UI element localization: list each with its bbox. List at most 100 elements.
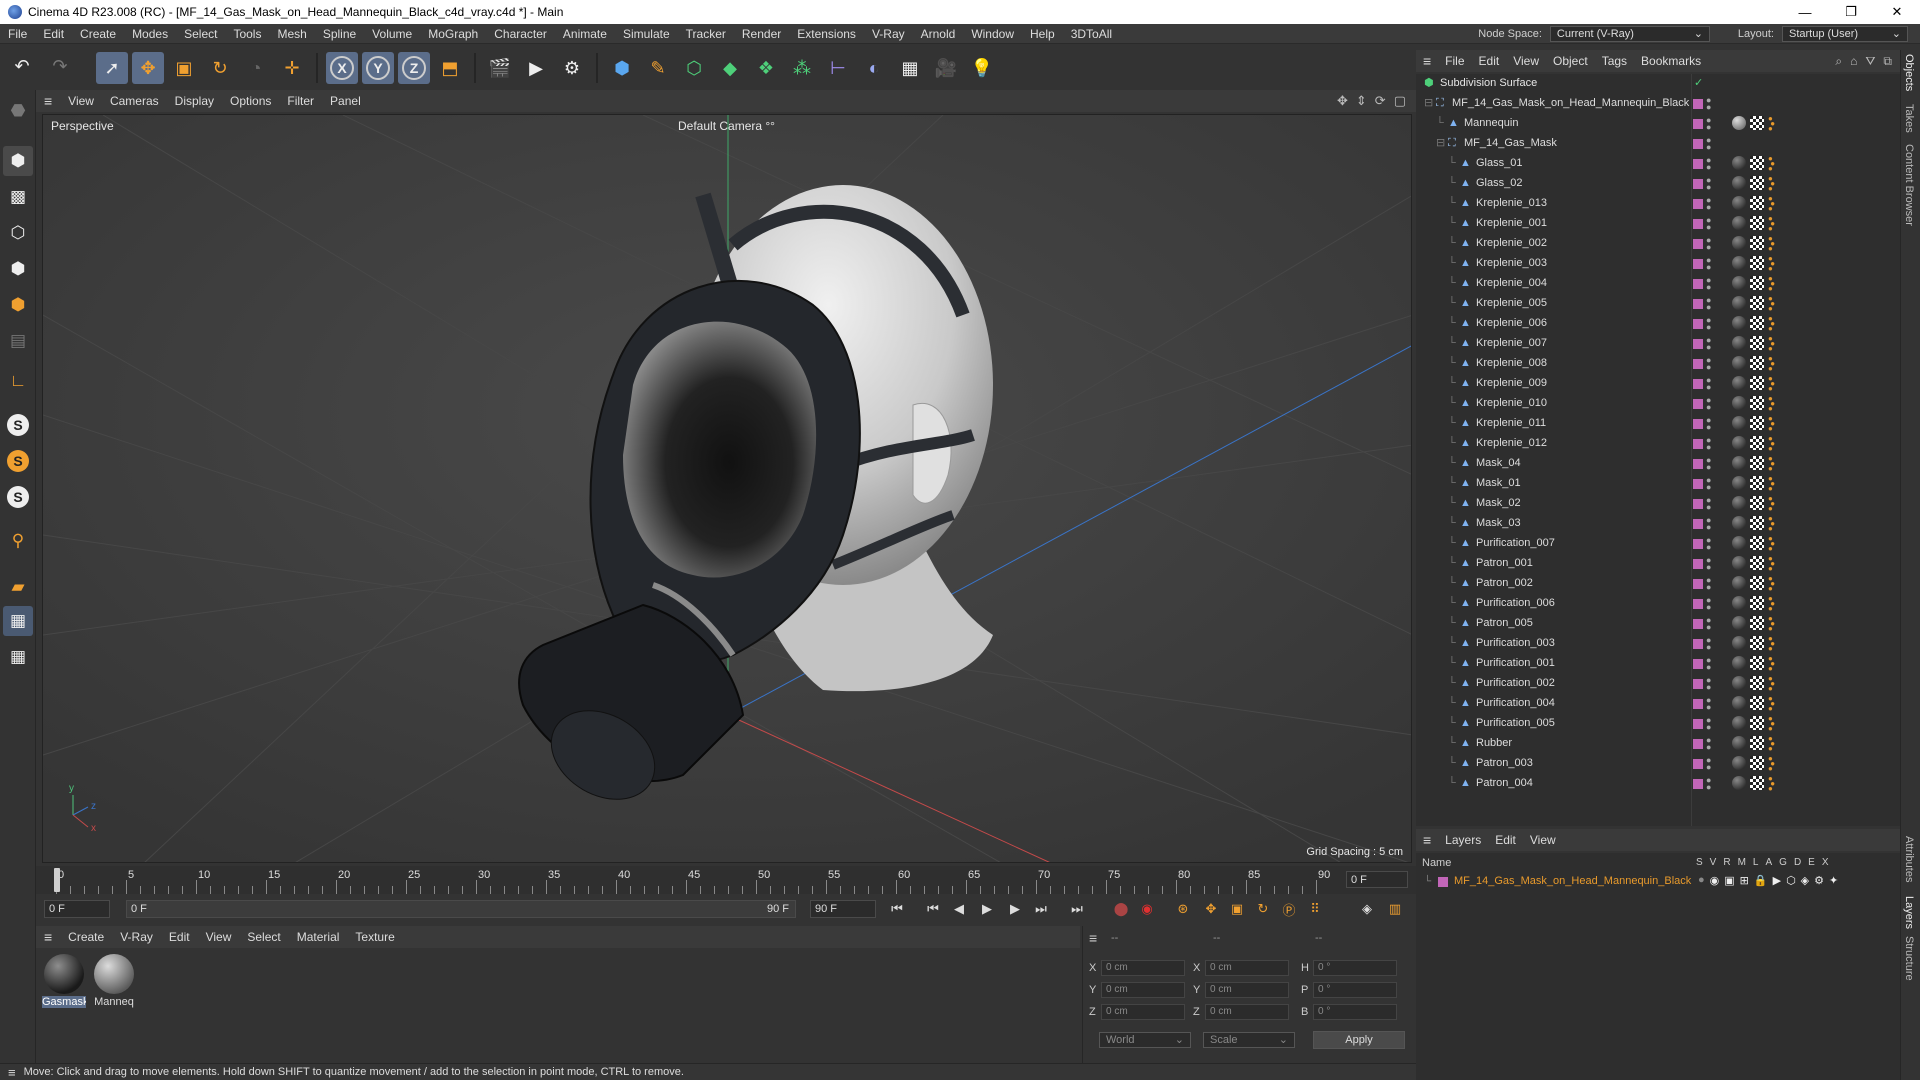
visibility-dots-icon[interactable]: ● ● — [1706, 676, 1712, 692]
tab-attributes[interactable]: Attributes — [1903, 836, 1915, 882]
previous-frame-button[interactable]: ◀ — [948, 899, 970, 919]
object-name[interactable]: Kreplenie_006 — [1476, 317, 1547, 329]
selection-tag-icon[interactable]: ● ● ● — [1768, 695, 1778, 713]
material-tag-icon[interactable] — [1732, 436, 1746, 450]
rot-b-field[interactable]: 0 ° — [1313, 1004, 1397, 1020]
object-name[interactable]: Kreplenie_011 — [1476, 417, 1546, 429]
object-name[interactable]: Purification_002 — [1476, 677, 1555, 689]
rot-h-field[interactable]: 0 ° — [1313, 960, 1397, 976]
object-name[interactable]: Patron_005 — [1476, 617, 1533, 629]
field-button[interactable]: ◐ — [858, 52, 890, 84]
menu-simulate[interactable]: Simulate — [615, 27, 678, 41]
object-row[interactable]: └ ▲ Glass_02 ● ● ● ● ● — [1416, 174, 1900, 194]
selection-tag-icon[interactable]: ● ● ● — [1768, 635, 1778, 653]
layer-color-tag[interactable] — [1693, 319, 1703, 329]
material-menu-material[interactable]: Material — [289, 930, 348, 944]
menu-character[interactable]: Character — [486, 27, 555, 41]
tab-structure[interactable]: Structure — [1903, 936, 1915, 981]
viewport-dolly-icon[interactable]: ⇕ — [1356, 93, 1367, 109]
selection-tag-icon[interactable]: ● ● ● — [1768, 495, 1778, 513]
selection-tag-icon[interactable]: ● ● ● — [1768, 535, 1778, 553]
extrude-button[interactable]: ◆ — [714, 52, 746, 84]
selection-tag-icon[interactable]: ● ● ● — [1768, 755, 1778, 773]
object-name[interactable]: Kreplenie_012 — [1476, 437, 1547, 449]
uvw-tag-icon[interactable] — [1750, 576, 1764, 590]
pos-z-field[interactable]: 0 cm — [1101, 1004, 1185, 1020]
material-tag-icon[interactable] — [1732, 316, 1746, 330]
hamburger-icon[interactable]: ≡ — [1416, 53, 1438, 69]
viewport-menu-filter[interactable]: Filter — [279, 94, 322, 108]
viewport-menu-panel[interactable]: Panel — [322, 94, 369, 108]
object-menu-edit[interactable]: Edit — [1472, 54, 1507, 68]
size-x-field[interactable]: 0 cm — [1205, 960, 1289, 976]
object-name[interactable]: Kreplenie_002 — [1476, 237, 1547, 249]
material-tag-icon[interactable] — [1732, 276, 1746, 290]
object-name[interactable]: Patron_002 — [1476, 577, 1533, 589]
coordinate-system-button[interactable]: ✛ — [276, 52, 308, 84]
material-tag-icon[interactable] — [1732, 756, 1746, 770]
selection-tag-icon[interactable]: ● ● ● — [1768, 155, 1778, 173]
floor-button[interactable]: ▦ — [894, 52, 926, 84]
key-position-button[interactable]: ✥ — [1200, 899, 1222, 919]
size-z-field[interactable]: 0 cm — [1205, 1004, 1289, 1020]
rot-p-field[interactable]: 0 ° — [1313, 982, 1397, 998]
object-name[interactable]: MF_14_Gas_Mask_on_Head_Mannequin_Black — [1452, 97, 1689, 109]
material-tag-icon[interactable] — [1732, 636, 1746, 650]
tab-objects[interactable]: Objects — [1903, 54, 1915, 91]
menu-volume[interactable]: Volume — [364, 27, 420, 41]
uvw-tag-icon[interactable] — [1750, 776, 1764, 790]
uvw-tag-icon[interactable] — [1750, 696, 1764, 710]
key-pla-button[interactable]: ⠿ — [1304, 899, 1326, 919]
visibility-dots-icon[interactable]: ● ● — [1706, 656, 1712, 672]
selection-tag-icon[interactable]: ● ● ● — [1768, 195, 1778, 213]
xref-icon[interactable]: ✦ — [1829, 874, 1838, 887]
render-view-button[interactable]: 🎬 — [484, 52, 516, 84]
object-menu-object[interactable]: Object — [1546, 54, 1595, 68]
layer-color-tag[interactable] — [1693, 779, 1703, 789]
layer-color-tag[interactable] — [1693, 399, 1703, 409]
visibility-dots-icon[interactable]: ● ● — [1706, 116, 1712, 132]
visibility-dots-icon[interactable]: ● ● — [1706, 716, 1712, 732]
layer-color-tag[interactable] — [1693, 119, 1703, 129]
world-coordinates-button[interactable]: ⬒ — [434, 52, 466, 84]
uvw-tag-icon[interactable] — [1750, 756, 1764, 770]
rotate-tool-button[interactable]: ↻ — [204, 52, 236, 84]
material-tag-icon[interactable] — [1732, 496, 1746, 510]
object-row[interactable]: └ ▲ Kreplenie_004 ● ● ● ● ● — [1416, 274, 1900, 294]
object-name[interactable]: Kreplenie_001 — [1476, 217, 1547, 229]
menu-create[interactable]: Create — [72, 27, 124, 41]
uvw-tag-icon[interactable] — [1750, 376, 1764, 390]
material-tag-icon[interactable] — [1732, 176, 1746, 190]
search-icon[interactable]: ⌕ — [1835, 54, 1842, 69]
tweak-button[interactable]: ⚲ — [3, 526, 33, 556]
menu-extensions[interactable]: Extensions — [789, 27, 864, 41]
manager-icon[interactable]: ⊞ — [1740, 874, 1749, 887]
move-tool-button[interactable]: ✥ — [132, 52, 164, 84]
selection-tag-icon[interactable]: ● ● ● — [1768, 235, 1778, 253]
layer-color-tag[interactable] — [1693, 199, 1703, 209]
object-row[interactable]: └ ▲ Purification_004 ● ● ● ● ● — [1416, 694, 1900, 714]
object-row[interactable]: └ ▲ Purification_006 ● ● ● ● ● — [1416, 594, 1900, 614]
selection-tag-icon[interactable]: ● ● ● — [1768, 555, 1778, 573]
object-row[interactable]: └ ▲ Mask_01 ● ● ● ● ● — [1416, 474, 1900, 494]
next-frame-button[interactable]: ▶ — [1004, 899, 1026, 919]
layer-color-tag[interactable] — [1693, 339, 1703, 349]
uvw-tag-icon[interactable] — [1750, 156, 1764, 170]
key-scale-button[interactable]: ▣ — [1226, 899, 1248, 919]
selection-tag-icon[interactable]: ● ● ● — [1768, 335, 1778, 353]
object-name[interactable]: Kreplenie_007 — [1476, 337, 1547, 349]
object-row[interactable]: └ ▲ Kreplenie_011 ● ● ● ● ● — [1416, 414, 1900, 434]
material-tag-icon[interactable] — [1732, 656, 1746, 670]
uvw-tag-icon[interactable] — [1750, 236, 1764, 250]
layer-color-tag[interactable] — [1693, 219, 1703, 229]
subdivision-surface-button[interactable]: ⬡ — [678, 52, 710, 84]
layer-color-tag[interactable] — [1693, 559, 1703, 569]
selection-tag-icon[interactable]: ● ● ● — [1768, 475, 1778, 493]
uvw-tag-icon[interactable] — [1750, 276, 1764, 290]
visibility-dots-icon[interactable]: ● ● — [1706, 696, 1712, 712]
hamburger-icon[interactable]: ≡ — [36, 929, 60, 945]
layer-color-tag[interactable] — [1693, 579, 1703, 589]
material-tag-icon[interactable] — [1732, 256, 1746, 270]
menu-arnold[interactable]: Arnold — [913, 27, 964, 41]
material-tag-icon[interactable] — [1732, 236, 1746, 250]
